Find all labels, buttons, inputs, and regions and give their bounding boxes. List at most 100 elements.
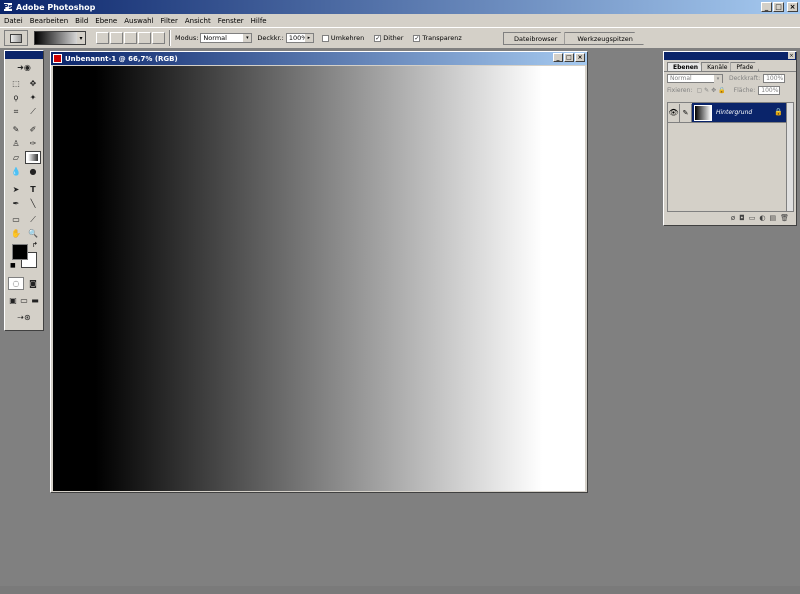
image-canvas[interactable] bbox=[53, 66, 585, 491]
adjustment-layer-icon[interactable]: ◐ bbox=[759, 214, 765, 222]
crop-icon[interactable]: ⌗ bbox=[8, 105, 24, 118]
lock-row: Fixieren: ▢✎✥🔒 Fläche: 100% bbox=[664, 84, 796, 96]
dodge-icon[interactable]: ● bbox=[25, 165, 41, 178]
menu-fenster[interactable]: Fenster bbox=[218, 17, 244, 25]
default-colors-icon[interactable]: ■ bbox=[10, 262, 16, 269]
layers-scrollbar[interactable] bbox=[786, 102, 794, 212]
chevron-down-icon: ▾ bbox=[243, 34, 252, 42]
reverse-checkbox[interactable] bbox=[321, 34, 329, 42]
opacity-label: Deckkr.: bbox=[257, 34, 284, 42]
close-button[interactable]: × bbox=[787, 2, 798, 12]
menu-ansicht[interactable]: Ansicht bbox=[185, 17, 211, 25]
eye-icon[interactable]: 👁 bbox=[668, 103, 680, 122]
layer-mask-icon[interactable]: ◘ bbox=[739, 214, 745, 222]
menu-bild[interactable]: Bild bbox=[75, 17, 88, 25]
tab-channels[interactable]: Kanäle bbox=[701, 62, 734, 71]
tool-preset-picker[interactable] bbox=[4, 30, 28, 46]
fill-value: 100% bbox=[761, 86, 779, 94]
magic-wand-icon[interactable]: ✦ bbox=[25, 91, 41, 104]
doc-minimize-button[interactable]: _ bbox=[553, 53, 563, 62]
eraser-icon[interactable]: ▱ bbox=[8, 151, 24, 164]
document-titlebar[interactable]: Unbenannt-1 @ 66,7% (RGB) _ □ × bbox=[51, 52, 587, 65]
transparency-label: Transparenz bbox=[422, 34, 462, 42]
file-browser-tab[interactable]: Dateibrowser bbox=[503, 32, 569, 45]
lock-icons[interactable]: ▢✎✥🔒 bbox=[696, 87, 727, 94]
linear-gradient-button[interactable] bbox=[96, 32, 109, 44]
gradient-tool-icon bbox=[10, 33, 22, 43]
transparency-checkbox[interactable]: ✓ bbox=[413, 34, 421, 42]
reverse-label: Umkehren bbox=[330, 34, 365, 42]
blend-row: Normal ▾ Deckkraft: 100% bbox=[664, 72, 796, 84]
slice-icon[interactable]: ⟋ bbox=[25, 105, 41, 118]
menu-auswahl[interactable]: Auswahl bbox=[124, 17, 153, 25]
blend-mode-select[interactable]: Normal ▾ bbox=[667, 73, 723, 83]
trash-icon[interactable]: 🗑 bbox=[780, 214, 789, 222]
clone-stamp-icon[interactable]: ♙ bbox=[8, 137, 24, 150]
full-screen-icon[interactable]: ▬ bbox=[29, 294, 41, 307]
brush-icon[interactable]: ✐ bbox=[25, 123, 41, 136]
chevron-down-icon[interactable]: ▾ bbox=[77, 32, 85, 44]
gradient-icon[interactable] bbox=[25, 151, 41, 164]
layer-opacity-label: Deckkraft: bbox=[729, 74, 761, 82]
close-icon[interactable]: × bbox=[788, 52, 795, 59]
layer-item-background[interactable]: Hintergrund 🔒 bbox=[692, 103, 786, 122]
diamond-gradient-button[interactable] bbox=[152, 32, 165, 44]
brush-icon[interactable]: ✎ bbox=[680, 103, 692, 122]
notes-icon[interactable]: ▭ bbox=[8, 213, 24, 226]
document-window: Unbenannt-1 @ 66,7% (RGB) _ □ × bbox=[50, 51, 588, 493]
type-icon[interactable]: T bbox=[25, 183, 41, 196]
standard-mode-icon[interactable]: ◌ bbox=[8, 277, 24, 290]
menu-bearbeiten[interactable]: Bearbeiten bbox=[30, 17, 68, 25]
document-title: Unbenannt-1 @ 66,7% (RGB) bbox=[65, 54, 178, 63]
hand-icon[interactable]: ✋ bbox=[8, 227, 24, 240]
imageready-icon[interactable]: ⇢⊛ bbox=[9, 311, 39, 324]
zoom-icon[interactable]: 🔍 bbox=[25, 227, 41, 240]
blur-icon[interactable]: 💧 bbox=[8, 165, 24, 178]
adobe-online-icon[interactable]: ➜◉ bbox=[9, 61, 39, 74]
move-icon[interactable]: ✥ bbox=[25, 77, 41, 90]
radial-gradient-button[interactable] bbox=[110, 32, 123, 44]
layers-palette-titlebar[interactable]: × bbox=[664, 52, 796, 60]
maximize-button[interactable]: □ bbox=[773, 2, 784, 12]
tab-paths[interactable]: Pfade bbox=[730, 62, 760, 71]
lock-label: Fixieren: bbox=[667, 86, 693, 94]
history-brush-icon[interactable]: ✑ bbox=[25, 137, 41, 150]
swap-colors-icon[interactable]: ↱ bbox=[32, 241, 38, 249]
mode-label: Modus: bbox=[175, 34, 199, 42]
new-set-icon[interactable]: ▭ bbox=[749, 214, 756, 222]
path-selection-icon[interactable]: ➤ bbox=[8, 183, 24, 196]
doc-maximize-button[interactable]: □ bbox=[564, 53, 574, 62]
marquee-icon[interactable]: ⬚ bbox=[8, 77, 24, 90]
eyedropper-icon[interactable]: ⟋ bbox=[25, 213, 41, 226]
pen-icon[interactable]: ✒ bbox=[8, 197, 24, 210]
layer-row[interactable]: 👁 ✎ Hintergrund 🔒 bbox=[668, 103, 786, 123]
layer-style-icon[interactable]: ø bbox=[731, 214, 735, 222]
brushes-tab[interactable]: Werkzeugspitzen bbox=[564, 32, 644, 45]
quick-mask-icon[interactable]: ◙ bbox=[25, 277, 41, 290]
menu-ebene[interactable]: Ebene bbox=[95, 17, 117, 25]
gradient-picker[interactable]: ▾ bbox=[34, 31, 86, 45]
opacity-input[interactable]: 100% ▸ bbox=[285, 33, 314, 43]
toolbox-titlebar[interactable] bbox=[5, 51, 43, 59]
layer-opacity-input[interactable]: 100% bbox=[763, 73, 786, 83]
minimize-button[interactable]: _ bbox=[761, 2, 772, 12]
tab-layers[interactable]: Ebenen bbox=[667, 62, 705, 71]
angle-gradient-button[interactable] bbox=[124, 32, 137, 44]
new-layer-icon[interactable]: ▤ bbox=[769, 214, 776, 222]
foreground-color-swatch[interactable] bbox=[12, 244, 28, 260]
fill-input[interactable]: 100% bbox=[758, 85, 781, 95]
doc-close-button[interactable]: × bbox=[575, 53, 585, 62]
menu-datei[interactable]: Datei bbox=[4, 17, 23, 25]
reflected-gradient-button[interactable] bbox=[138, 32, 151, 44]
dither-checkbox[interactable]: ✓ bbox=[374, 34, 382, 42]
lasso-icon[interactable]: ϙ bbox=[8, 91, 24, 104]
line-icon[interactable]: ╲ bbox=[25, 197, 41, 210]
layers-palette-tabs: Ebenen Kanäle Pfade bbox=[664, 60, 796, 72]
layer-opacity-value: 100% bbox=[766, 74, 784, 82]
mode-select[interactable]: Normal ▾ bbox=[200, 33, 253, 43]
chevron-right-icon[interactable]: ▸ bbox=[304, 34, 313, 42]
menu-hilfe[interactable]: Hilfe bbox=[251, 17, 267, 25]
healing-brush-icon[interactable]: ✎ bbox=[8, 123, 24, 136]
app-title: Adobe Photoshop bbox=[16, 2, 96, 12]
menu-filter[interactable]: Filter bbox=[161, 17, 178, 25]
